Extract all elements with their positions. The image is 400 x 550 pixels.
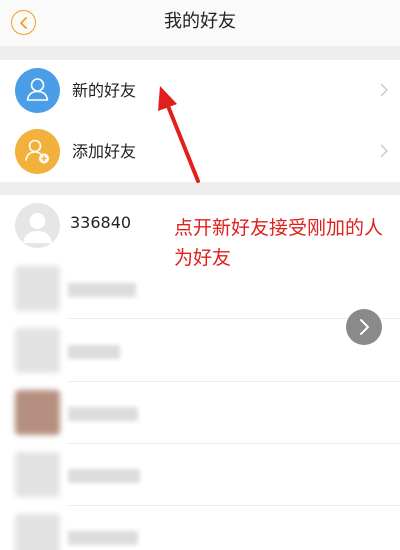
add-friend-user-icon bbox=[15, 129, 60, 174]
section-gap bbox=[0, 182, 400, 195]
avatar bbox=[15, 514, 60, 550]
chevron-right-icon bbox=[360, 319, 369, 335]
menu-item-new-friends[interactable]: 新的好友 bbox=[0, 60, 400, 121]
page-title: 我的好友 bbox=[164, 11, 236, 32]
avatar bbox=[15, 203, 60, 248]
header-bar: 我的好友 bbox=[0, 0, 400, 46]
menu-item-label: 添加好友 bbox=[72, 142, 137, 161]
chevron-right-icon bbox=[380, 144, 388, 158]
friend-list-item[interactable] bbox=[0, 382, 400, 445]
avatar bbox=[15, 452, 60, 497]
avatar bbox=[15, 266, 60, 311]
default-avatar-icon bbox=[15, 203, 60, 248]
friend-name-blurred bbox=[68, 531, 138, 545]
menu-item-label: 新的好友 bbox=[72, 81, 137, 100]
friend-list-item[interactable] bbox=[0, 506, 400, 550]
friend-name-blurred bbox=[68, 345, 120, 359]
friend-name-blurred bbox=[68, 283, 136, 297]
annotation-text: 点开新好友接受刚加的人为好友 bbox=[174, 217, 384, 269]
friend-list-item[interactable] bbox=[0, 444, 400, 507]
avatar bbox=[15, 328, 60, 373]
friend-name: 336840 bbox=[70, 213, 132, 232]
chevron-right-icon bbox=[380, 83, 388, 97]
avatar bbox=[15, 390, 60, 435]
new-friend-user-icon bbox=[15, 68, 60, 113]
friend-name-blurred bbox=[68, 469, 140, 483]
section-gap bbox=[0, 46, 400, 60]
friend-name-blurred bbox=[68, 407, 138, 421]
friend-list-item[interactable] bbox=[0, 320, 400, 383]
menu-item-add-friend[interactable]: 添加好友 bbox=[0, 121, 400, 182]
floating-next-button[interactable] bbox=[346, 309, 382, 345]
